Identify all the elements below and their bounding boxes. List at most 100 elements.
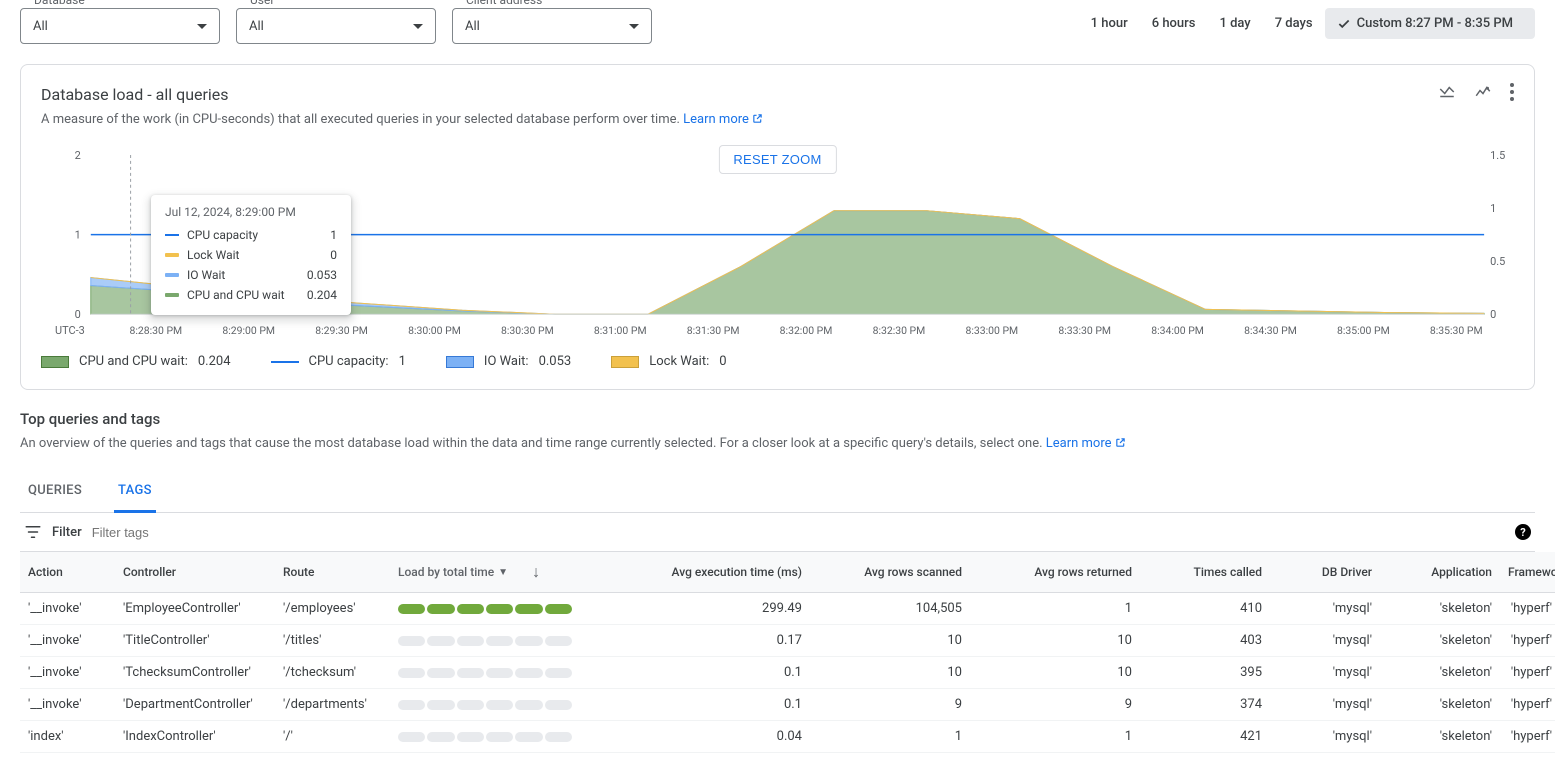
cell-load [390,657,580,689]
cell-returned: 10 [970,625,1140,657]
svg-text:8:33:00 PM: 8:33:00 PM [965,324,1018,337]
cell-driver: 'mysql' [1270,721,1380,753]
svg-text:8:34:00 PM: 8:34:00 PM [1151,324,1204,337]
database-filter-value: All [33,19,48,34]
tab-queries[interactable]: QUERIES [24,473,86,512]
th-route[interactable]: Route [275,552,390,593]
panel-title: Database load - all queries [41,85,1514,104]
legend-value: 1 [399,354,406,369]
tooltip-label: Lock Wait [187,248,239,262]
cell-controller: 'IndexController' [115,721,275,753]
th-action[interactable]: Action [20,552,115,593]
legend-toggle-icon[interactable] [1438,83,1456,101]
cell-controller: 'TchecksumController' [115,657,275,689]
cell-framework: 'hyperf' [1500,593,1555,625]
cell-load [390,593,580,625]
th-framework[interactable]: Framewo [1500,552,1555,593]
tags-table: Action Controller Route Load by total ti… [20,552,1555,753]
svg-text:8:34:30 PM: 8:34:30 PM [1244,324,1297,337]
cell-exec: 0.04 [580,721,810,753]
learn-more-link[interactable]: Learn more [683,112,763,127]
table-header-row: Action Controller Route Load by total ti… [20,552,1555,593]
svg-text:8:30:00 PM: 8:30:00 PM [408,324,461,337]
legend-item[interactable]: CPU and CPU wait:0.204 [41,354,231,369]
expand-chart-icon[interactable] [1474,83,1492,101]
svg-text:8:30:30 PM: 8:30:30 PM [501,324,554,337]
section-title: Top queries and tags [20,410,1535,428]
filter-icon [24,523,42,541]
client-filter-select[interactable]: All [452,8,652,44]
table-row[interactable]: '__invoke''DepartmentController''/depart… [20,689,1555,721]
cell-exec: 299.49 [580,593,810,625]
external-link-icon [1115,437,1126,448]
cell-load [390,625,580,657]
tooltip-swatch [165,234,179,236]
filter-input[interactable] [92,525,292,540]
th-app[interactable]: Application [1380,552,1500,593]
svg-text:8:33:30 PM: 8:33:30 PM [1058,324,1111,337]
time-range-1d[interactable]: 1 day [1207,8,1262,39]
cell-route: '/departments' [275,689,390,721]
th-load[interactable]: Load by total time ▼ ↓ [390,552,580,593]
th-returned[interactable]: Avg rows returned [970,552,1140,593]
th-driver[interactable]: DB Driver [1270,552,1380,593]
cell-returned: 10 [970,657,1140,689]
legend-item[interactable]: Lock Wait:0 [611,354,726,369]
table-row[interactable]: 'index''IndexController''/'0.0411421'mys… [20,721,1555,753]
time-range-7d[interactable]: 7 days [1263,8,1325,39]
tooltip-time: Jul 12, 2024, 8:29:00 PM [165,205,337,219]
table-filter-row: Filter ? [20,513,1535,552]
user-filter-select[interactable]: All [236,8,436,44]
chart-container: RESET ZOOM 01200.511.5UTC-38:28:30 PM8:2… [41,145,1514,344]
user-filter: User All [236,0,436,44]
help-icon[interactable]: ? [1515,524,1531,540]
tooltip-label: IO Wait [187,268,225,282]
tab-tags[interactable]: TAGS [114,473,156,513]
time-range-selector: 1 hour 6 hours 1 day 7 days Custom 8:27 … [1079,8,1535,39]
cell-controller: 'DepartmentController' [115,689,275,721]
th-scanned[interactable]: Avg rows scanned [810,552,970,593]
user-filter-label: User [246,0,278,7]
svg-text:8:31:00 PM: 8:31:00 PM [594,324,647,337]
reset-zoom-button[interactable]: RESET ZOOM [718,145,836,174]
table-row[interactable]: '__invoke''EmployeeController''/employee… [20,593,1555,625]
time-range-6h[interactable]: 6 hours [1140,8,1208,39]
th-controller[interactable]: Controller [115,552,275,593]
cell-times: 421 [1140,721,1270,753]
legend-swatch [611,356,639,368]
legend-label: Lock Wait: [649,354,709,369]
svg-text:0: 0 [1490,308,1496,321]
database-filter-select[interactable]: All [20,8,220,44]
cell-exec: 0.17 [580,625,810,657]
panel-subtitle: A measure of the work (in CPU-seconds) t… [41,112,1514,127]
cell-times: 403 [1140,625,1270,657]
time-range-1h[interactable]: 1 hour [1079,8,1140,39]
svg-text:2: 2 [75,149,81,162]
th-times[interactable]: Times called [1140,552,1270,593]
legend-item[interactable]: IO Wait:0.053 [446,354,571,369]
svg-text:1: 1 [1490,202,1496,215]
sort-desc-icon: ↓ [532,562,540,582]
legend-item[interactable]: CPU capacity:1 [271,354,406,369]
cell-driver: 'mysql' [1270,689,1380,721]
table-row[interactable]: '__invoke''TitleController''/titles'0.17… [20,625,1555,657]
cell-scanned: 10 [810,657,970,689]
tooltip-value: 0.204 [307,288,337,302]
tooltip-label: CPU capacity [187,228,258,242]
svg-text:8:32:30 PM: 8:32:30 PM [873,324,926,337]
cell-scanned: 1 [810,721,970,753]
section-subtitle: An overview of the queries and tags that… [20,436,1535,451]
legend-swatch [271,361,299,363]
time-range-custom[interactable]: Custom 8:27 PM - 8:35 PM [1325,8,1535,39]
learn-more-link[interactable]: Learn more [1046,436,1126,451]
time-range-custom-label: Custom 8:27 PM - 8:35 PM [1357,16,1513,31]
cell-app: 'skeleton' [1380,657,1500,689]
more-vert-icon[interactable] [1510,83,1514,101]
cell-load [390,689,580,721]
table-row[interactable]: '__invoke''TchecksumController''/tchecks… [20,657,1555,689]
sort-dropdown-icon: ▼ [498,567,508,578]
th-exec[interactable]: Avg execution time (ms) [580,552,810,593]
tooltip-swatch [165,293,179,297]
cell-load [390,721,580,753]
client-filter-value: All [465,19,480,34]
